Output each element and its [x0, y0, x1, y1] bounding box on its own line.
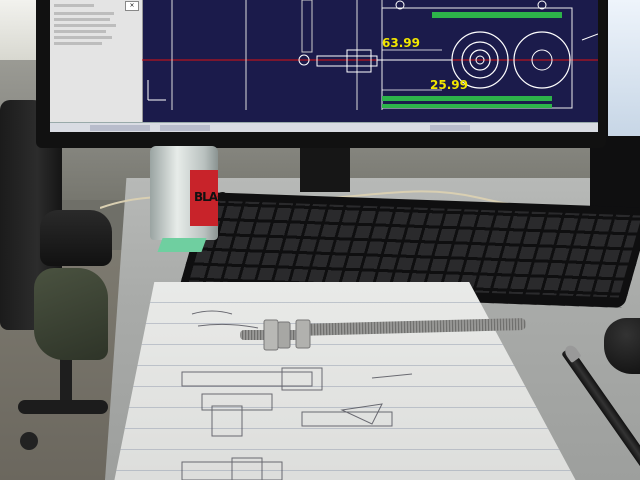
cad-drawing: 63.99 25.99	[142, 0, 598, 110]
photo-scene: × 63.99 25.99 BLAC	[0, 0, 640, 480]
office-chair-base	[18, 400, 108, 414]
taskbar	[50, 122, 598, 132]
pencil-sketches	[181, 310, 413, 480]
taskbar-item	[90, 125, 150, 131]
cad-dimension-top: 63.99	[382, 36, 420, 50]
panel-row	[54, 12, 114, 15]
panel-row	[54, 42, 102, 45]
cad-dimension-bottom: 25.99	[430, 78, 468, 92]
office-chair-armrest	[40, 210, 112, 266]
sticky-note	[157, 238, 207, 252]
threaded-rod-bolt	[240, 318, 526, 351]
chair-cushion	[34, 268, 108, 360]
cad-properties-panel: ×	[50, 0, 143, 122]
can-label-text: BLAC	[194, 190, 226, 204]
panel-close-button: ×	[125, 1, 139, 11]
monitor-screen: × 63.99 25.99	[50, 0, 598, 132]
panel-row	[54, 24, 116, 27]
second-monitor-screen	[608, 0, 640, 136]
monitor: × 63.99 25.99	[36, 0, 606, 148]
panel-row	[54, 30, 106, 33]
taskbar-item	[160, 125, 210, 131]
panel-row	[54, 18, 110, 21]
panel-row	[54, 4, 94, 7]
office-chair-wheel	[20, 432, 38, 450]
taskbar-item	[430, 125, 470, 131]
panel-row	[54, 36, 112, 39]
